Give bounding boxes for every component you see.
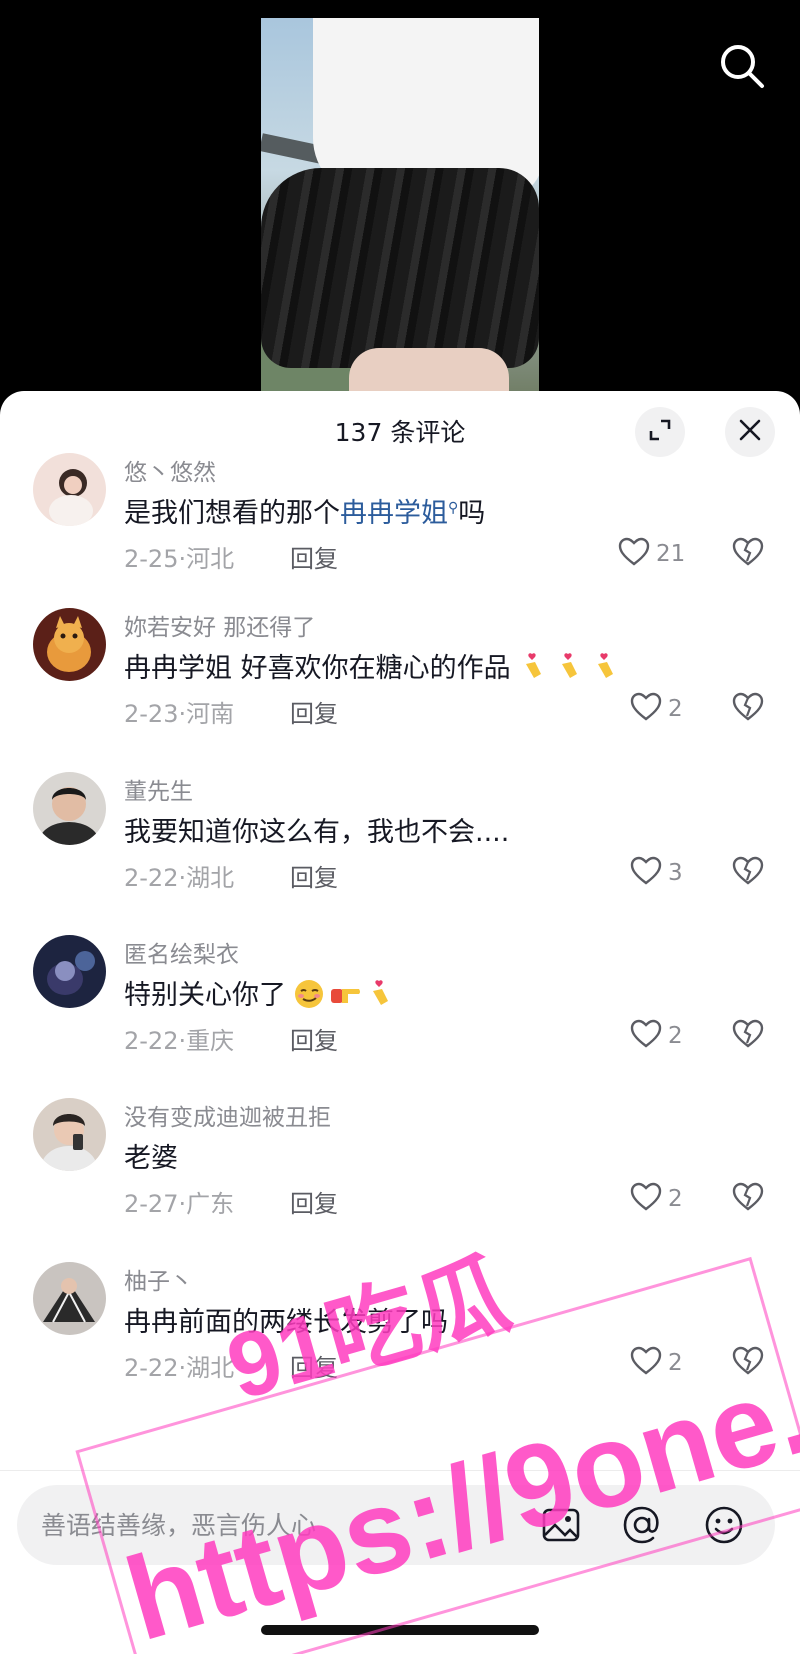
comment-username[interactable]: 没有变成迪迦被丑拒 [124, 1098, 331, 1132]
pointing-right-emoji [328, 979, 360, 1009]
avatar[interactable] [33, 1098, 106, 1171]
reply-button[interactable]: 回复 [290, 539, 338, 574]
reply-button[interactable]: 回复 [290, 858, 338, 893]
comment-sheet: 137 条评论 悠丶悠然 是我们想看的那个冉冉学姐⚲吗 2-25·河北 回复 2… [0, 391, 800, 1654]
close-button[interactable] [725, 407, 775, 457]
like-count: 2 [668, 1023, 683, 1049]
like-count: 21 [656, 541, 686, 567]
broken-heart-icon [732, 1019, 764, 1053]
video-player[interactable] [0, 0, 800, 400]
comment-text: 冉冉前面的两缕长发剪了吗 [124, 1307, 448, 1338]
comment-text: 是我们想看的那个冉冉学姐⚲吗 [124, 498, 486, 529]
video-frame[interactable] [261, 18, 539, 400]
expand-icon [647, 417, 673, 447]
dislike-button[interactable] [732, 856, 764, 890]
broken-heart-icon [732, 1346, 764, 1380]
avatar[interactable] [33, 1262, 106, 1335]
smirk-emoji [292, 979, 323, 1009]
dislike-button[interactable] [732, 537, 764, 571]
like-button[interactable]: 2 [630, 692, 683, 726]
heart-icon [630, 1346, 662, 1380]
finger-heart-emoji [553, 652, 583, 682]
reply-button[interactable]: 回复 [290, 1021, 338, 1056]
broken-heart-icon [732, 692, 764, 726]
heart-icon [618, 537, 650, 571]
keyword-search-icon: ⚲ [448, 500, 459, 516]
comment-date-location: 2-23·河南 [124, 700, 235, 728]
comment-date-location: 2-25·河北 [124, 545, 235, 573]
like-count: 2 [668, 1186, 683, 1212]
comment-username[interactable]: 匿名绘梨衣 [124, 935, 239, 969]
dislike-button[interactable] [732, 692, 764, 726]
dislike-button[interactable] [732, 1182, 764, 1216]
comment-username[interactable]: 柚子丶 [124, 1262, 193, 1296]
emoji-icon[interactable] [702, 1503, 746, 1547]
like-button[interactable]: 2 [630, 1182, 683, 1216]
avatar[interactable] [33, 608, 106, 681]
comment-input-bar [17, 1485, 775, 1565]
reply-button[interactable]: 回复 [290, 1184, 338, 1219]
comment-item: 董先生 我要知道你这么有，我也不会.... 2-22·湖北 回复 3 [0, 772, 800, 932]
search-keyword-link[interactable]: 冉冉学姐 [340, 498, 448, 529]
home-indicator [261, 1625, 539, 1635]
comment-text: 我要知道你这么有，我也不会.... [124, 817, 510, 848]
comment-item: 悠丶悠然 是我们想看的那个冉冉学姐⚲吗 2-25·河北 回复 21 [0, 453, 800, 613]
broken-heart-icon [732, 856, 764, 890]
comment-item: 妳若安好 那还得了 冉冉学姐 好喜欢你在糖心的作品 2-23·河南 回复 2 [0, 608, 800, 768]
avatar[interactable] [33, 772, 106, 845]
finger-heart-emoji [517, 652, 547, 682]
reply-button[interactable]: 回复 [290, 1348, 338, 1383]
comment-text: 冉冉学姐 好喜欢你在糖心的作品 [124, 646, 619, 685]
comment-date-location: 2-27·广东 [124, 1190, 235, 1218]
heart-icon [630, 856, 662, 890]
comment-date-location: 2-22·重庆 [124, 1027, 235, 1055]
comment-item: 没有变成迪迦被丑拒 老婆 2-27·广东 回复 2 [0, 1098, 800, 1258]
like-count: 3 [668, 860, 683, 886]
comment-item: 柚子丶 冉冉前面的两缕长发剪了吗 2-22·湖北 回复 2 [0, 1262, 800, 1422]
comment-input[interactable] [41, 1485, 521, 1565]
comment-item: 匿名绘梨衣 特别关心你了 2-22·重庆 回复 2 [0, 935, 800, 1095]
comment-username[interactable]: 悠丶悠然 [124, 453, 216, 487]
comment-username[interactable]: 妳若安好 那还得了 [124, 608, 315, 642]
image-icon[interactable] [539, 1503, 583, 1547]
heart-icon [630, 692, 662, 726]
finger-heart-emoji [364, 979, 394, 1009]
heart-icon [630, 1182, 662, 1216]
comment-date-location: 2-22·湖北 [124, 864, 235, 892]
input-divider [0, 1470, 800, 1471]
video-skirt [261, 168, 539, 368]
like-button[interactable]: 2 [630, 1019, 683, 1053]
at-mention-icon[interactable] [620, 1503, 664, 1547]
like-button[interactable]: 2 [630, 1346, 683, 1380]
like-count: 2 [668, 1350, 683, 1376]
close-icon [738, 418, 762, 446]
comment-username[interactable]: 董先生 [124, 772, 193, 806]
finger-heart-emoji [589, 652, 619, 682]
expand-button[interactable] [635, 407, 685, 457]
broken-heart-icon [732, 537, 764, 571]
dislike-button[interactable] [732, 1346, 764, 1380]
comment-text: 特别关心你了 [124, 973, 394, 1012]
like-count: 2 [668, 696, 683, 722]
comment-text: 老婆 [124, 1143, 178, 1174]
heart-icon [630, 1019, 662, 1053]
avatar[interactable] [33, 935, 106, 1008]
like-button[interactable]: 3 [630, 856, 683, 890]
avatar[interactable] [33, 453, 106, 526]
like-button[interactable]: 21 [618, 537, 685, 571]
search-icon[interactable] [716, 40, 768, 92]
reply-button[interactable]: 回复 [290, 694, 338, 729]
comment-date-location: 2-22·湖北 [124, 1354, 235, 1382]
dislike-button[interactable] [732, 1019, 764, 1053]
broken-heart-icon [732, 1182, 764, 1216]
